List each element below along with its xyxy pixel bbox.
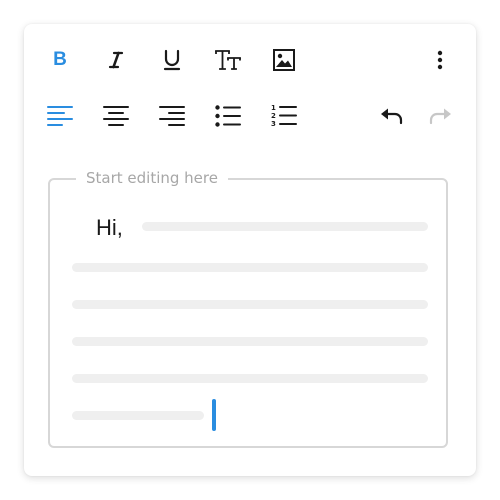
underline-button[interactable] [154, 42, 190, 78]
image-icon [273, 49, 295, 71]
numbered-list-icon: 1 2 3 [271, 104, 297, 128]
redo-icon [429, 108, 451, 125]
insert-image-button[interactable] [266, 42, 302, 78]
text-size-icon [215, 50, 241, 70]
text-editor-card: B 1 2 3 Start editing here Hi, [24, 24, 476, 476]
align-right-button[interactable] [154, 98, 190, 134]
svg-text:1: 1 [271, 104, 276, 112]
italic-button[interactable] [98, 42, 134, 78]
align-center-button[interactable] [98, 98, 134, 134]
placeholder-text-line [72, 411, 204, 420]
svg-text:3: 3 [271, 120, 276, 128]
numbered-list-button[interactable]: 1 2 3 [266, 98, 302, 134]
italic-icon [108, 51, 124, 69]
placeholder-text-line [72, 300, 428, 309]
align-left-button[interactable] [42, 98, 78, 134]
undo-icon [381, 108, 403, 125]
undo-button[interactable] [374, 98, 410, 134]
align-center-icon [103, 106, 129, 126]
redo-button[interactable] [422, 98, 458, 134]
text-size-button[interactable] [210, 42, 246, 78]
editor-legend: Start editing here [76, 169, 228, 187]
more-options-button[interactable] [422, 42, 458, 78]
bold-button[interactable]: B [42, 42, 78, 78]
bulleted-list-button[interactable] [210, 98, 246, 134]
svg-text:2: 2 [271, 112, 276, 120]
text-cursor [212, 399, 216, 431]
bold-icon: B [53, 49, 67, 70]
placeholder-text-line [72, 374, 428, 383]
placeholder-text-line [142, 222, 428, 231]
underline-icon [163, 49, 181, 71]
more-vertical-icon [437, 50, 443, 70]
placeholder-text-line [72, 263, 428, 272]
placeholder-text-line [72, 337, 428, 346]
bulleted-list-icon [215, 105, 241, 127]
greeting-text: Hi, [96, 215, 123, 240]
align-left-icon [47, 106, 73, 126]
align-right-icon [159, 106, 185, 126]
